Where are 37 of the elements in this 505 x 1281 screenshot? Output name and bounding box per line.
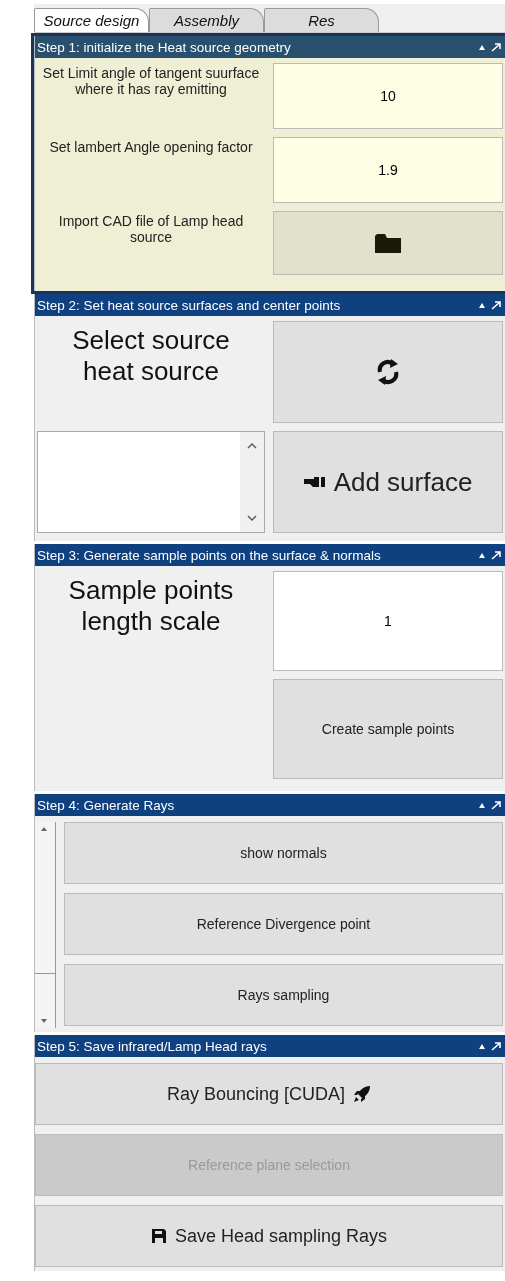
section-heading: Select source heat source <box>71 324 231 389</box>
collapse-expand-icon[interactable] <box>477 1041 503 1051</box>
tab[interactable]: Assembly <box>149 8 264 32</box>
create-button[interactable]: Create sample points <box>273 679 503 779</box>
scrollbar[interactable] <box>35 822 56 1028</box>
section-heading: Sample points length scale <box>67 574 235 639</box>
action-button[interactable]: Ray Bouncing [CUDA] <box>35 1063 503 1125</box>
panel-title: Step 4: Generate Rays <box>37 797 175 813</box>
folder-icon <box>374 232 402 254</box>
scroll-up-icon[interactable] <box>247 442 257 449</box>
save-icon <box>150 1228 167 1244</box>
input-field[interactable]: 1 <box>273 571 503 671</box>
action-button[interactable]: Rays sampling <box>64 964 503 1026</box>
refresh-icon <box>375 358 401 386</box>
collapse-expand-icon[interactable] <box>477 300 503 310</box>
collapse-expand-icon[interactable] <box>477 800 503 810</box>
field-label: Set lambert Angle opening factor <box>48 138 254 157</box>
input-field[interactable]: 10 <box>273 63 503 129</box>
panel-title: Step 1: initialize the Heat source geometry <box>37 39 291 55</box>
action-button[interactable]: Save Head sampling Rays <box>35 1205 503 1267</box>
field-label: Import CAD file of Lamp head source <box>57 212 245 247</box>
scroll-down-icon[interactable] <box>247 515 257 522</box>
panel-title: Step 5: Save infrared/Lamp Head rays <box>37 1038 267 1054</box>
pointing-hand-icon <box>303 476 326 488</box>
action-button[interactable]: show normals <box>64 822 503 884</box>
panel-title: Step 3: Generate sample points on the surface & normals <box>37 547 381 563</box>
tab[interactable]: Source design <box>34 8 149 32</box>
action-button[interactable]: Reference Divergence point <box>64 893 503 955</box>
panel-title: Step 2: Set heat source surfaces and center points <box>37 297 341 313</box>
import-button[interactable] <box>273 211 503 275</box>
input-field[interactable]: 1.9 <box>273 137 503 203</box>
field-label: Set Limit angle of tangent suurface where it has ray emitting <box>41 64 261 99</box>
tab[interactable]: Res <box>264 8 379 32</box>
collapse-expand-icon[interactable] <box>477 42 503 52</box>
collapse-expand-icon[interactable] <box>477 550 503 560</box>
rocket-icon <box>353 1085 372 1103</box>
add-surface-button[interactable]: Add surface <box>273 431 503 533</box>
